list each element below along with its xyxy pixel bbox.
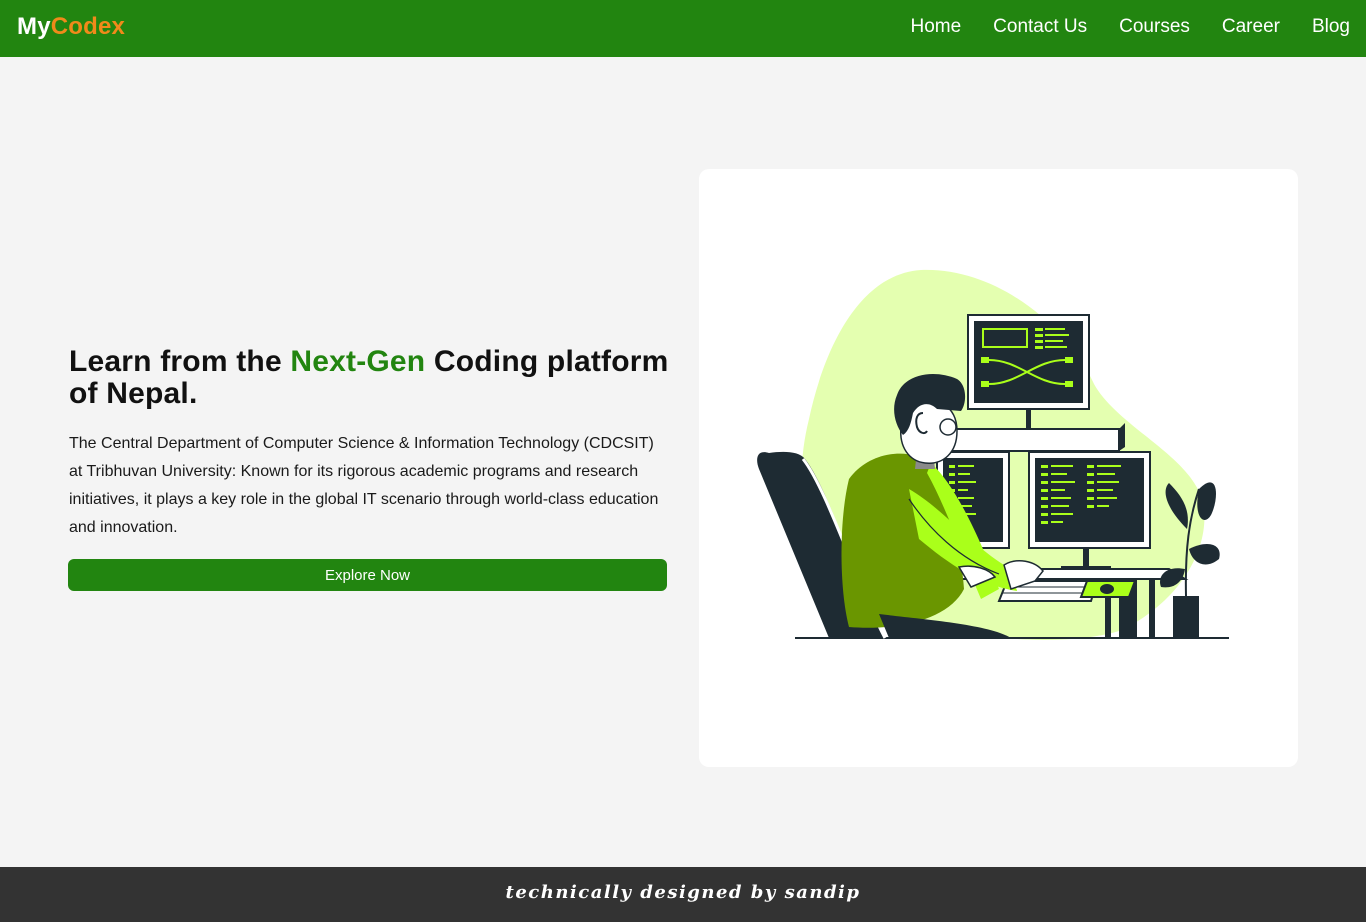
hero-section: Learn from the Next-Gen Coding platform …	[69, 346, 669, 542]
plant-pot	[1173, 596, 1199, 638]
hero-illustration-card	[699, 169, 1298, 767]
nav-item-home: Home	[910, 16, 961, 38]
hero-heading: Learn from the Next-Gen Coding platform …	[69, 346, 669, 410]
nav-link-contact-us[interactable]: Contact Us	[993, 16, 1087, 37]
hero-heading-accent: Next-Gen	[290, 345, 426, 378]
nav-link-career[interactable]: Career	[1222, 16, 1280, 37]
top-monitor-stand	[1026, 409, 1031, 431]
nav-item-contact: Contact Us	[993, 16, 1087, 38]
footer-credit: technically designed by sandip	[505, 882, 861, 903]
brand-logo[interactable]: MyCodex	[17, 13, 125, 41]
nav-link-blog[interactable]: Blog	[1312, 16, 1350, 37]
mouse	[1100, 584, 1114, 594]
brand-logo-part1: My	[17, 13, 51, 40]
page-footer: technically designed by sandip	[0, 867, 1366, 922]
nav-menu: Home Contact Us Courses Career Blog	[910, 16, 1350, 38]
nav-link-courses[interactable]: Courses	[1119, 16, 1190, 37]
nav-item-blog: Blog	[1312, 16, 1350, 38]
nav-item-career: Career	[1222, 16, 1280, 38]
top-navbar: MyCodex Home Contact Us Courses Career B…	[0, 0, 1366, 57]
brand-logo-part2: Codex	[50, 13, 126, 40]
developer-at-workstation-illustration	[757, 269, 1229, 640]
explore-now-button[interactable]: Explore Now	[68, 559, 667, 591]
hero-heading-prefix: Learn from the	[69, 345, 291, 378]
nav-item-courses: Courses	[1119, 16, 1190, 38]
nav-link-home[interactable]: Home	[910, 16, 961, 37]
hero-description: The Central Department of Computer Scien…	[69, 435, 659, 536]
plant-leaf-1	[1197, 482, 1216, 520]
